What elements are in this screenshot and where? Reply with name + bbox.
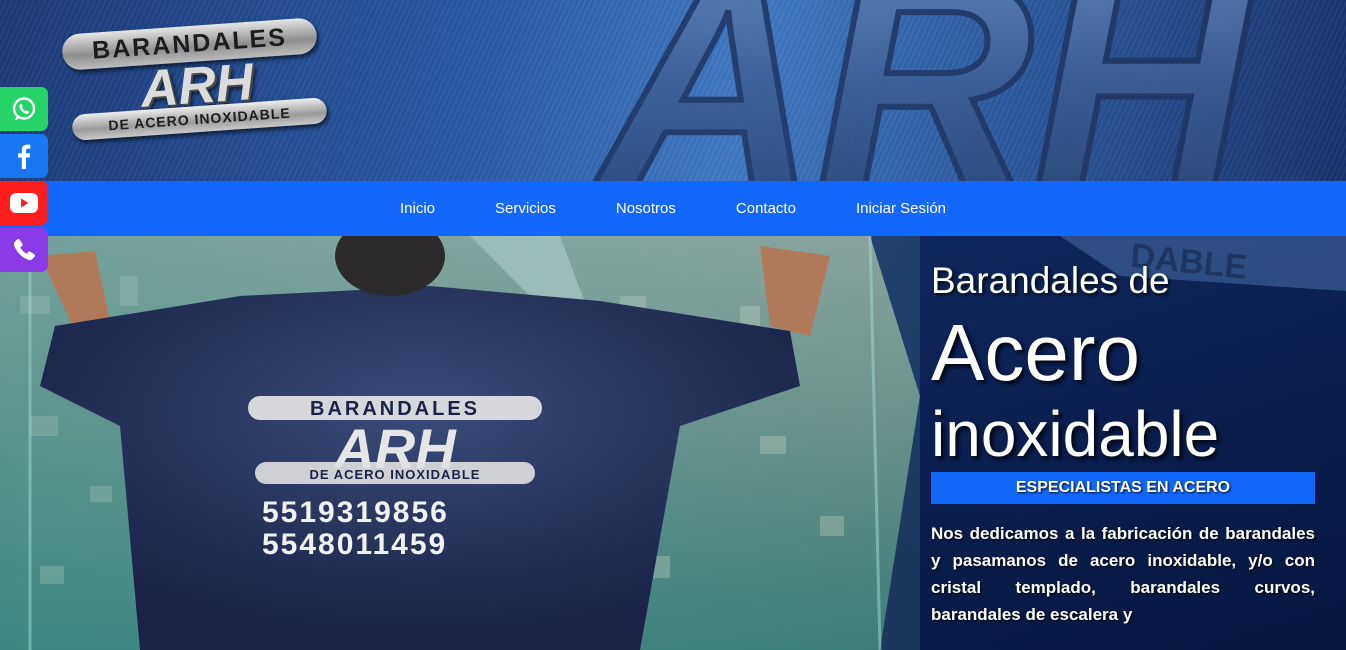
banner-big-text: ARH — [591, 0, 1259, 181]
social-sidebar — [0, 87, 48, 275]
banner-background-logo: ARH — [588, 0, 1262, 181]
hero-heading-line3: inoxidable — [931, 398, 1220, 470]
hero-heading-line2: Acero — [931, 308, 1140, 397]
whatsapp-button[interactable] — [0, 87, 48, 131]
hero-photo: BARANDALES ARH DE ACERO INOXIDABLE 55193… — [0, 236, 920, 650]
shirt-bottom-text: DE ACERO INOXIDABLE — [310, 467, 481, 482]
hero-description: Nos dedicamos a la fabricación de barand… — [931, 524, 1315, 624]
whatsapp-icon — [12, 97, 36, 121]
nav-item-inicio[interactable]: Inicio — [370, 200, 465, 217]
hero-text: Barandales de Acero inoxidable ESPECIALI… — [931, 260, 1315, 628]
youtube-icon — [10, 193, 38, 213]
facebook-button[interactable] — [0, 134, 48, 178]
site-logo[interactable]: BARANDALES ARH DE ACERO INOXIDABLE — [61, 17, 332, 141]
shirt-phone-1: 5519319856 — [262, 496, 449, 529]
phone-icon — [13, 239, 35, 261]
nav-item-contacto[interactable]: Contacto — [706, 200, 826, 217]
youtube-button[interactable] — [0, 181, 48, 225]
facebook-icon — [18, 144, 31, 169]
hero-section: DABLE BARANDALES ARH DE ACERO INOXIDABLE… — [0, 236, 1346, 650]
nav-item-iniciar-sesion[interactable]: Iniciar Sesión — [826, 200, 976, 217]
main-navigation: Inicio Servicios Nosotros Contacto Inici… — [0, 181, 1346, 236]
nav-item-servicios[interactable]: Servicios — [465, 200, 586, 217]
hero-heading-line1: Barandales de — [931, 260, 1170, 301]
header-banner: ARH BARANDALES ARH DE ACERO INOXIDABLE — [0, 0, 1346, 181]
specialists-badge: ESPECIALISTAS EN ACERO — [931, 472, 1315, 504]
nav-item-nosotros[interactable]: Nosotros — [586, 200, 706, 217]
phone-button[interactable] — [0, 228, 48, 272]
shirt-phone-2: 5548011459 — [262, 528, 447, 561]
